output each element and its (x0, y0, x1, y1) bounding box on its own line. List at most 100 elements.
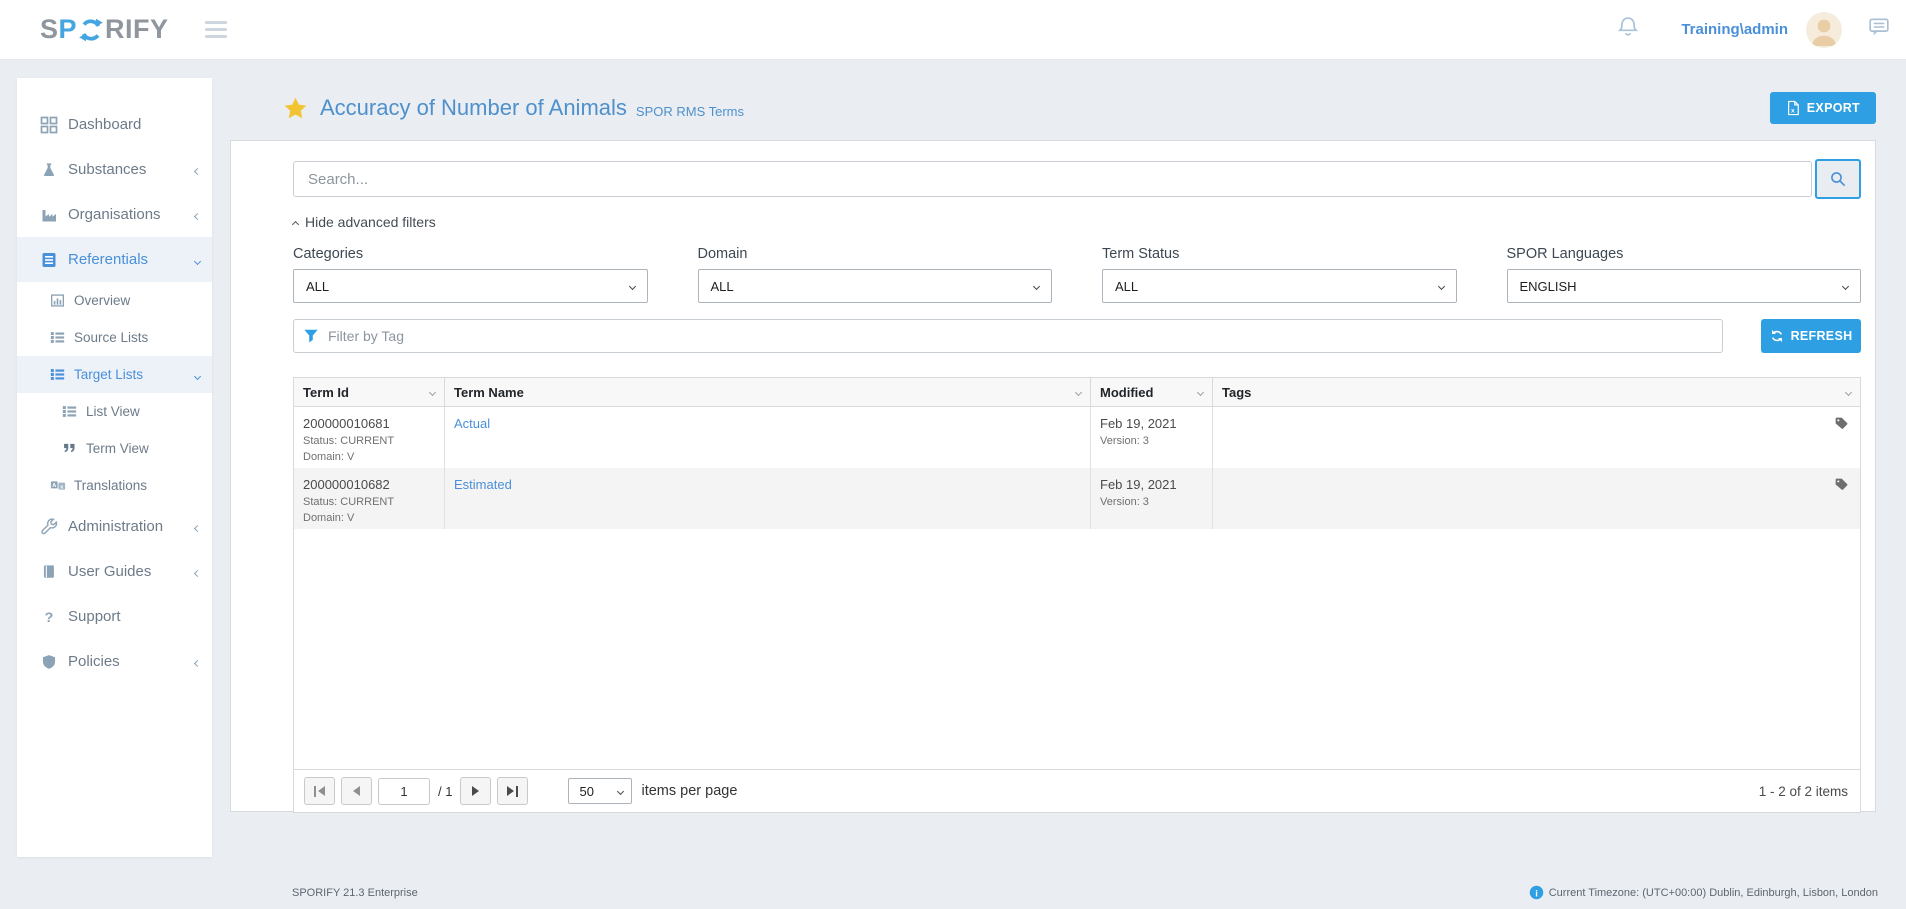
term-name-cell: Estimated (444, 468, 1090, 529)
notifications-bell-icon[interactable] (1617, 15, 1639, 44)
column-header-tags[interactable]: Tags (1212, 378, 1860, 406)
sidebar-item-dashboard[interactable]: Dashboard (17, 102, 212, 147)
chevron-down-icon (195, 367, 200, 382)
column-label: Tags (1222, 385, 1251, 400)
book-icon (39, 563, 59, 581)
refresh-arrows-icon (1770, 329, 1784, 343)
column-label: Modified (1100, 385, 1153, 400)
sidebar-item-list-view[interactable]: List View (17, 393, 212, 430)
sidebar-item-overview[interactable]: Overview (17, 282, 212, 319)
content-card: Hide advanced filters Categories ALL Dom… (230, 140, 1876, 812)
term-status: Status: CURRENT (303, 435, 435, 447)
chevron-up-icon (292, 220, 299, 227)
sidebar-item-target-lists[interactable]: Target Lists (17, 356, 212, 393)
sort-chevron-icon (1075, 388, 1082, 395)
sidebar-item-support[interactable]: ? Support (17, 594, 212, 639)
page-subtitle: SPOR RMS Terms (636, 97, 744, 119)
sidebar-item-label: Dashboard (68, 116, 141, 133)
sidebar-item-label: Substances (68, 161, 146, 178)
chevron-left-icon (195, 161, 200, 178)
sidebar-item-translations[interactable]: Ax Translations (17, 467, 212, 504)
topbar-actions: Training\admin (1617, 12, 1890, 48)
pagination-bar: / 1 50 items per page 1 - 2 of 2 items (294, 769, 1860, 812)
sidebar-item-source-lists[interactable]: Source Lists (17, 319, 212, 356)
table-row[interactable]: 200000010681 Status: CURRENT Domain: V A… (294, 407, 1860, 468)
sidebar-item-substances[interactable]: Substances (17, 147, 212, 192)
export-button[interactable]: x EXPORT (1770, 92, 1876, 124)
modified-cell: Feb 19, 2021 Version: 3 (1090, 407, 1212, 468)
svg-text:?: ? (45, 609, 54, 625)
user-menu[interactable]: Training\admin (1681, 21, 1788, 38)
chevron-down-icon (1033, 282, 1040, 289)
pagination-previous-button[interactable] (341, 777, 372, 805)
sidebar-item-policies[interactable]: Policies (17, 639, 212, 684)
items-per-page-label: items per page (641, 783, 737, 799)
column-header-term-id[interactable]: Term Id (294, 378, 444, 406)
sidebar-item-label: Referentials (68, 251, 148, 268)
sidebar-item-user-guides[interactable]: User Guides (17, 549, 212, 594)
sidebar-item-label: Overview (74, 293, 130, 308)
pagination-first-button[interactable] (304, 777, 335, 805)
pagination-next-button[interactable] (460, 777, 491, 805)
factory-icon (39, 206, 59, 224)
tag-icon[interactable] (1834, 416, 1849, 431)
shield-icon (39, 653, 59, 671)
filter-label: Term Status (1102, 246, 1457, 262)
term-id: 200000010681 (303, 416, 435, 431)
refresh-button-label: REFRESH (1791, 329, 1853, 343)
filter-by-tag-input[interactable] (293, 319, 1723, 353)
favorite-star-icon[interactable] (284, 97, 307, 119)
categories-select[interactable]: ALL (293, 269, 648, 303)
sidebar-item-label: Organisations (68, 206, 161, 223)
sidebar-item-referentials[interactable]: Referentials (17, 237, 212, 282)
menu-toggle-button[interactable] (205, 21, 227, 38)
sidebar-item-organisations[interactable]: Organisations (17, 192, 212, 237)
sidebar-item-label: Translations (74, 478, 147, 493)
pagination-last-button[interactable] (497, 777, 528, 805)
hide-advanced-filters-toggle[interactable]: Hide advanced filters (293, 212, 436, 232)
sidebar-item-label: Source Lists (74, 330, 148, 345)
list-icon (49, 367, 66, 382)
list-icon (61, 404, 78, 419)
sidebar-item-label: Policies (68, 653, 120, 670)
term-name-link[interactable]: Actual (454, 416, 490, 431)
app-logo[interactable]: SPRIFY (40, 14, 169, 45)
search-button[interactable] (1815, 159, 1861, 199)
term-id-cell: 200000010681 Status: CURRENT Domain: V (294, 407, 444, 468)
column-header-modified[interactable]: Modified (1090, 378, 1212, 406)
selected-value: ENGLISH (1520, 279, 1577, 294)
sidebar-item-term-view[interactable]: Term View (17, 430, 212, 467)
term-status: Status: CURRENT (303, 496, 435, 508)
funnel-icon (303, 328, 319, 344)
svg-text:i: i (1535, 888, 1538, 898)
first-page-icon (314, 786, 316, 797)
page-number-input[interactable] (378, 778, 430, 805)
filter-term-status: Term Status ALL (1102, 246, 1457, 303)
domain-select[interactable]: ALL (698, 269, 1053, 303)
column-header-term-name[interactable]: Term Name (444, 378, 1090, 406)
selected-value: ALL (306, 279, 329, 294)
sidebar-item-label: Target Lists (74, 367, 143, 382)
search-input[interactable] (293, 161, 1812, 197)
info-icon: i (1529, 885, 1544, 900)
term-status-select[interactable]: ALL (1102, 269, 1457, 303)
sidebar-item-label: Term View (86, 441, 149, 456)
term-id: 200000010682 (303, 477, 435, 492)
feedback-chat-icon[interactable] (1868, 17, 1890, 42)
term-domain: Domain: V (303, 451, 435, 463)
table-header: Term Id Term Name Modified Tags (294, 378, 1860, 407)
refresh-button[interactable]: REFRESH (1761, 319, 1861, 353)
advanced-filters: Categories ALL Domain ALL Term Status AL… (293, 246, 1861, 303)
spor-languages-select[interactable]: ENGLISH (1507, 269, 1862, 303)
quotes-icon (61, 441, 78, 456)
top-header: SPRIFY Training\admin (0, 0, 1906, 60)
sidebar-item-label: Support (68, 608, 121, 625)
terms-table: Term Id Term Name Modified Tags 20000001… (293, 377, 1861, 813)
term-name-link[interactable]: Estimated (454, 477, 512, 492)
tag-icon[interactable] (1834, 477, 1849, 492)
avatar[interactable] (1806, 12, 1842, 48)
column-label: Term Name (454, 385, 524, 400)
page-size-select[interactable]: 50 (568, 778, 632, 804)
table-row[interactable]: 200000010682 Status: CURRENT Domain: V E… (294, 468, 1860, 529)
sidebar-item-administration[interactable]: Administration (17, 504, 212, 549)
